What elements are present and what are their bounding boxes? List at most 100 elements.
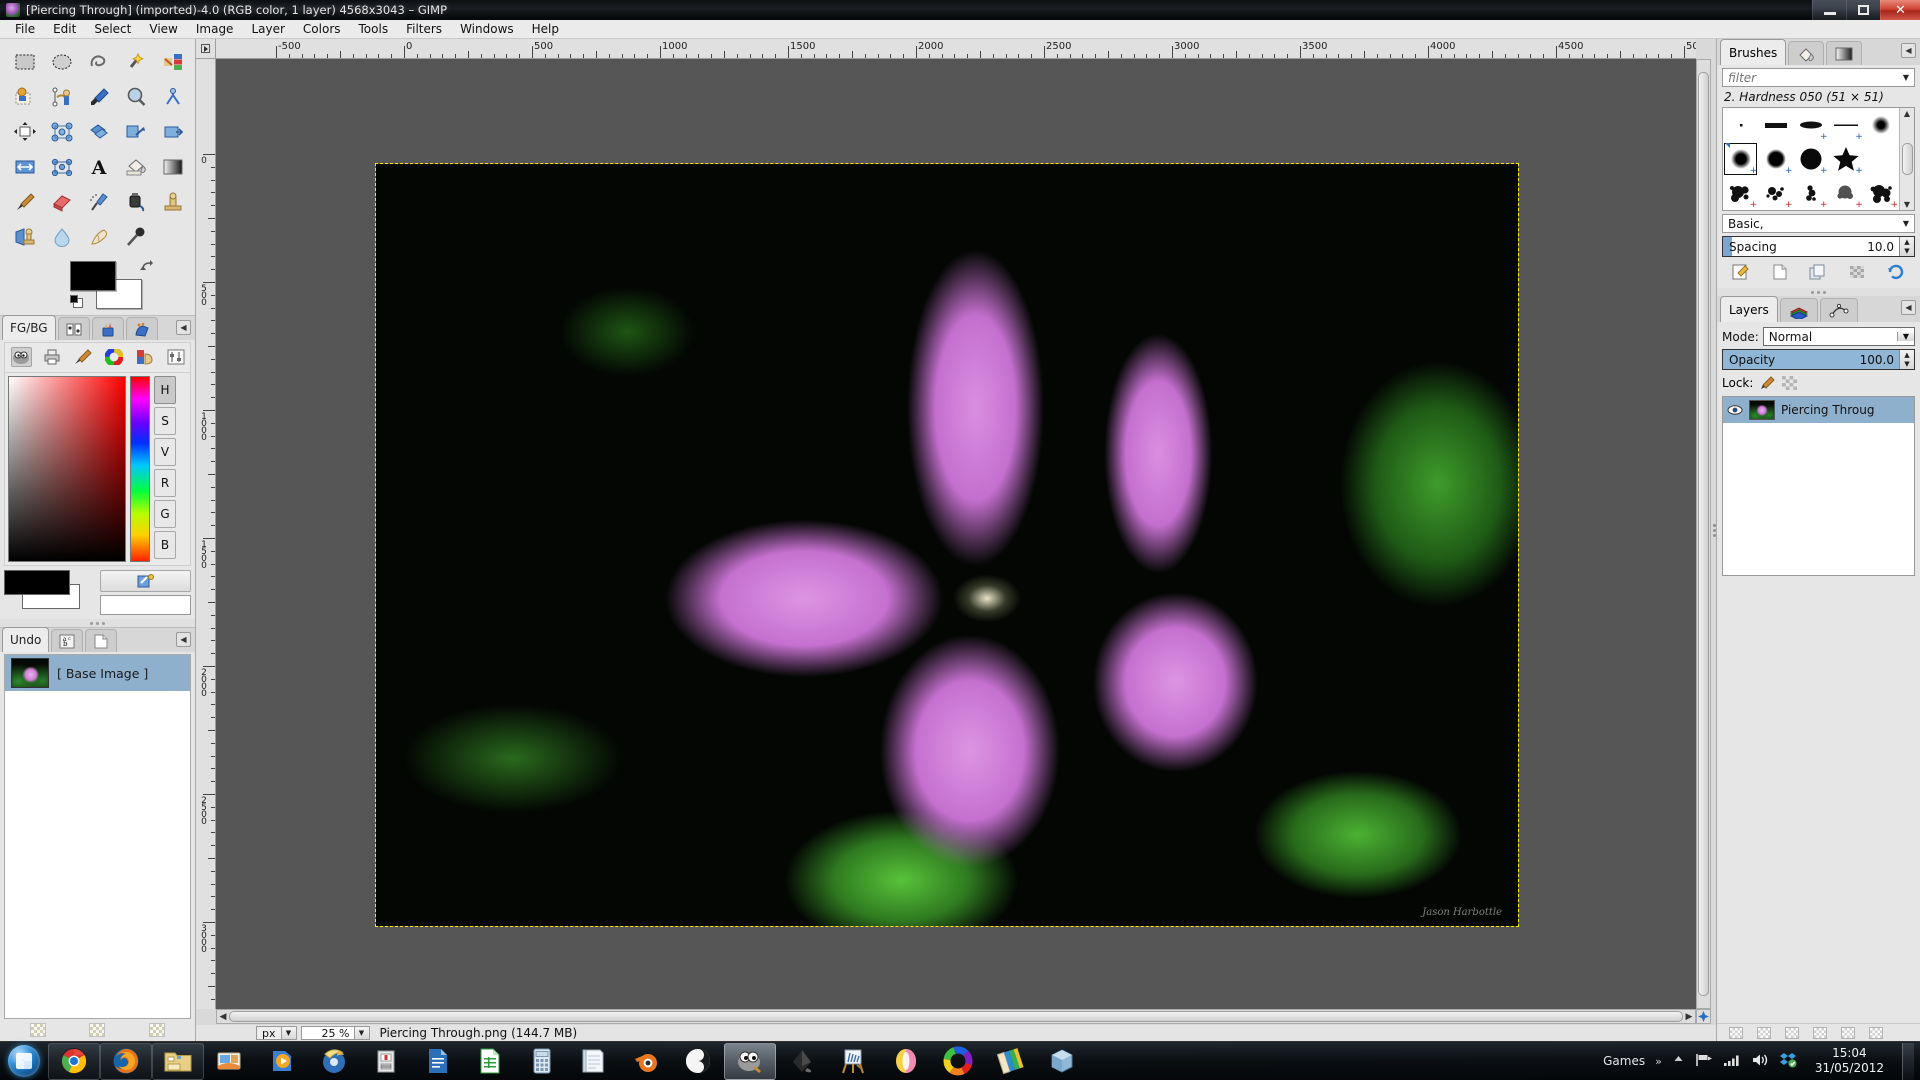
- scroll-up-arrow[interactable]: ▲: [1904, 109, 1910, 118]
- color-picker-tool[interactable]: [82, 80, 116, 113]
- right-dock-divider[interactable]: [1717, 288, 1920, 296]
- inkscape-icon[interactable]: [776, 1043, 828, 1080]
- printer-icon[interactable]: [42, 347, 63, 367]
- brush-cell-splatter-04[interactable]: +: [1829, 176, 1864, 210]
- left-dock-menu-button[interactable]: ◀: [176, 320, 191, 335]
- firefox-icon[interactable]: [100, 1042, 152, 1080]
- calculator-icon[interactable]: [516, 1043, 568, 1080]
- brush-cell-hardness-075[interactable]: +: [1758, 142, 1793, 176]
- perspective-clone-tool[interactable]: [8, 220, 42, 253]
- brush-icon[interactable]: [73, 347, 94, 367]
- scroll-down-arrow[interactable]: ▼: [1904, 200, 1910, 209]
- menu-view[interactable]: View: [140, 20, 186, 38]
- show-desktop-button[interactable]: [1902, 1042, 1914, 1080]
- tray-games-label[interactable]: Games: [1603, 1054, 1645, 1068]
- hue-slider[interactable]: [130, 376, 150, 562]
- undo-dock-menu-button[interactable]: ◀: [176, 632, 191, 647]
- canvas-horizontal-scrollbar[interactable]: ◀ ▶: [216, 1009, 1696, 1024]
- rotate-tool[interactable]: [119, 115, 153, 148]
- paintbrush-tool[interactable]: [8, 185, 42, 218]
- brush-grid[interactable]: + + + + + + + + + + +: [1723, 108, 1899, 210]
- brush-cell-splatter-02[interactable]: +: [1758, 176, 1793, 210]
- nero-icon[interactable]: [308, 1043, 360, 1080]
- delete-brush-icon[interactable]: [1847, 263, 1867, 281]
- color-picker-app-icon[interactable]: [880, 1043, 932, 1080]
- menu-colors[interactable]: Colors: [294, 20, 350, 38]
- libreoffice-writer-icon[interactable]: [412, 1043, 464, 1080]
- redo-button-icon[interactable]: [89, 1023, 106, 1037]
- brush-cell-ellipse-01[interactable]: +: [1793, 108, 1828, 142]
- right-dock-resize-grip[interactable]: [1712, 519, 1717, 541]
- left-dock-divider[interactable]: [0, 619, 195, 627]
- list-item[interactable]: Piercing Throug: [1723, 397, 1914, 423]
- unit-selector[interactable]: px ▼: [256, 1026, 297, 1040]
- lock-alpha-icon[interactable]: [1782, 376, 1798, 390]
- duplicate-brush-icon[interactable]: [1808, 263, 1828, 281]
- reset-colors-icon[interactable]: [70, 295, 84, 309]
- close-button[interactable]: ✕: [1880, 0, 1920, 20]
- lock-pixels-icon[interactable]: [1760, 376, 1776, 390]
- channel-b-button[interactable]: B: [154, 531, 176, 559]
- channel-r-button[interactable]: R: [154, 469, 176, 497]
- gimp-icon[interactable]: [11, 347, 32, 367]
- shear-tool[interactable]: [8, 150, 42, 183]
- show-hidden-icons-button[interactable]: [1672, 1053, 1685, 1069]
- spacing-increment-arrow[interactable]: ▲: [1900, 237, 1914, 247]
- tab-gradients[interactable]: [1826, 41, 1863, 65]
- easel-icon[interactable]: [828, 1043, 880, 1080]
- navigation-preview-button[interactable]: [1696, 1009, 1711, 1024]
- crop-tool[interactable]: [82, 115, 116, 148]
- tab-brushes-left[interactable]: [91, 317, 124, 340]
- tab-patterns-left[interactable]: [125, 317, 158, 340]
- menu-edit[interactable]: Edit: [44, 20, 85, 38]
- opacity-increment-arrow[interactable]: ▲: [1900, 350, 1914, 360]
- libreoffice-calc-icon[interactable]: [464, 1043, 516, 1080]
- menu-layer[interactable]: Layer: [242, 20, 293, 38]
- layers-menu-button[interactable]: ◀: [1901, 300, 1916, 315]
- menu-filters[interactable]: Filters: [397, 20, 451, 38]
- dodge-burn-tool[interactable]: [119, 220, 153, 253]
- vertical-scroll-thumb[interactable]: [1698, 72, 1709, 996]
- ink-tool[interactable]: [119, 185, 153, 218]
- brush-filter-box[interactable]: ▼: [1722, 68, 1915, 87]
- smudge-tool[interactable]: [82, 220, 116, 253]
- pick-screen-color-button[interactable]: [100, 570, 191, 592]
- brush-filter-input[interactable]: [1723, 70, 1898, 85]
- tab-fonts[interactable]: acb: [51, 629, 84, 652]
- anchor-layer-icon[interactable]: [1841, 1026, 1855, 1039]
- tab-brushes[interactable]: Brushes: [1720, 39, 1787, 65]
- brush-cell-line[interactable]: +: [1829, 108, 1864, 142]
- start-button[interactable]: [0, 1043, 48, 1080]
- lower-layer-icon[interactable]: [1785, 1026, 1799, 1039]
- horizontal-scroll-thumb[interactable]: [229, 1011, 1683, 1022]
- scale-tool[interactable]: [156, 115, 190, 148]
- tab-templates[interactable]: [85, 629, 118, 652]
- clock[interactable]: 15:04 31/05/2012: [1807, 1046, 1892, 1076]
- recorder-icon[interactable]: [360, 1043, 412, 1080]
- refresh-brushes-icon[interactable]: [1886, 263, 1906, 281]
- flag-icon[interactable]: [1695, 1053, 1713, 1070]
- brush-cell-hardness-025[interactable]: [1864, 108, 1899, 142]
- photo-gallery-icon[interactable]: [204, 1043, 256, 1080]
- reset-colors-small-icon[interactable]: [4, 598, 18, 612]
- brush-cell-pixel[interactable]: [1723, 108, 1758, 142]
- layer-mode-selector[interactable]: Normal ▼: [1762, 327, 1915, 346]
- brush-spacing-control[interactable]: Spacing 10.0 ▲ ▼: [1722, 236, 1915, 257]
- dropbox-icon[interactable]: [1779, 1052, 1797, 1071]
- palette-icon[interactable]: [134, 347, 155, 367]
- channel-v-button[interactable]: V: [154, 438, 176, 466]
- channel-h-button[interactable]: H: [154, 376, 176, 404]
- vertical-ruler[interactable]: 0 500 1000 1500 2000 2500 3000: [196, 59, 216, 1009]
- undo-button-icon[interactable]: [29, 1023, 46, 1037]
- rect-select-tool[interactable]: [8, 45, 42, 78]
- horizontal-ruler[interactable]: -500 0 500 1000 1500 2000 2500 3000 3500 4000 4500…: [216, 39, 1696, 59]
- new-layer-icon[interactable]: [1729, 1026, 1743, 1039]
- tab-paths[interactable]: [1819, 298, 1858, 322]
- alignment-tool[interactable]: [45, 115, 79, 148]
- swatches-icon[interactable]: [984, 1043, 1036, 1080]
- eraser-tool[interactable]: [45, 185, 79, 218]
- brush-cell-splatter-03[interactable]: +: [1793, 176, 1828, 210]
- fuzzy-select-tool[interactable]: [119, 45, 153, 78]
- color-wheel-app-icon[interactable]: [932, 1043, 984, 1080]
- new-brush-icon[interactable]: [1770, 263, 1790, 281]
